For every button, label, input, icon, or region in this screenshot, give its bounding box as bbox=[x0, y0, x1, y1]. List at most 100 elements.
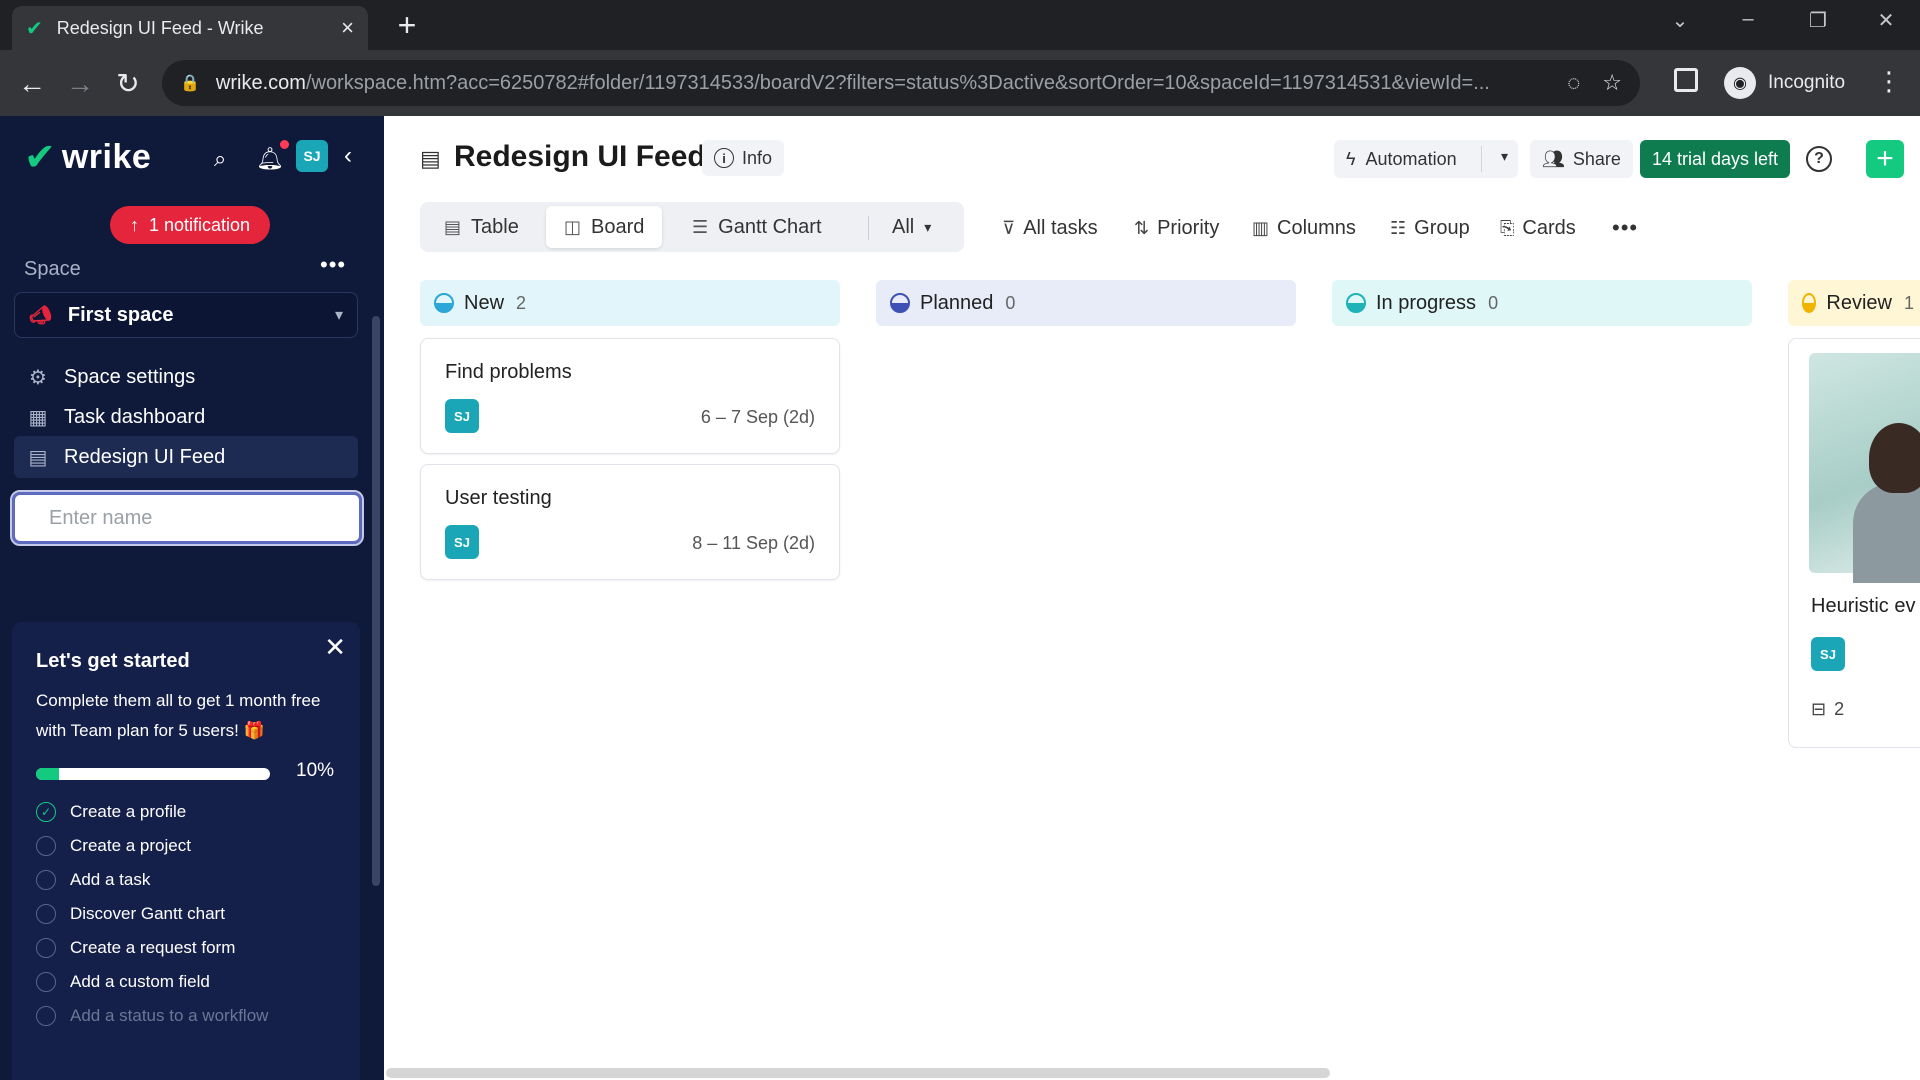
checklist-item[interactable]: Create a request form bbox=[36, 938, 235, 958]
project-doc-icon: ▤ bbox=[420, 146, 441, 171]
table-icon: ▤ bbox=[444, 216, 462, 237]
wrike-favicon-icon: ✔ bbox=[26, 17, 43, 40]
url-text: wrike.com/workspace.htm?acc=6250782#fold… bbox=[215, 71, 1490, 94]
collapse-sidebar-icon[interactable]: ‹ bbox=[344, 142, 352, 170]
board-icon: ◫ bbox=[564, 216, 582, 237]
task-card[interactable]: User testing SJ 8 – 11 Sep (2d) bbox=[420, 464, 840, 580]
space-name: First space bbox=[67, 303, 174, 326]
avatar[interactable]: SJ bbox=[445, 525, 479, 559]
lock-icon: 🔒 bbox=[180, 75, 200, 92]
browser-tab[interactable]: ✔ Redesign UI Feed - Wrike × bbox=[12, 6, 368, 50]
sidebar-scrollbar[interactable] bbox=[372, 316, 380, 886]
incognito-badge[interactable]: ◉ Incognito bbox=[1724, 64, 1845, 102]
eye-off-icon[interactable]: ◌ bbox=[1567, 70, 1580, 96]
close-tab-icon[interactable]: × bbox=[341, 15, 354, 41]
filter-all-tasks[interactable]: ⊽ All tasks bbox=[1002, 212, 1098, 244]
help-icon[interactable]: ? bbox=[1806, 146, 1832, 172]
info-button[interactable]: i Info bbox=[702, 140, 785, 176]
back-icon[interactable]: ← bbox=[14, 66, 50, 102]
status-icon bbox=[434, 293, 454, 313]
bell-icon[interactable]: 🔔︎ bbox=[256, 146, 284, 172]
lightning-icon: ϟ bbox=[1346, 148, 1356, 169]
more-icon[interactable]: ••• bbox=[1612, 212, 1638, 244]
automation-button[interactable]: ϟ Automation ▾ bbox=[1334, 140, 1518, 178]
checklist-item[interactable]: ✓ Create a profile bbox=[36, 802, 186, 822]
onboarding-progress-bar bbox=[36, 768, 270, 780]
wrike-check-icon: ✔ bbox=[24, 136, 56, 179]
tab-search-icon[interactable]: ⌄ bbox=[1660, 8, 1700, 33]
sidebar-item-label: Redesign UI Feed bbox=[64, 445, 226, 468]
trial-days-button[interactable]: 14 trial days left bbox=[1640, 140, 1791, 178]
tab-table[interactable]: ▤ Table bbox=[426, 206, 537, 248]
onboarding-title: Let's get started bbox=[36, 650, 190, 672]
column-name: Review bbox=[1826, 291, 1892, 314]
checklist-item[interactable]: Add a task bbox=[36, 870, 150, 890]
card-dates[interactable]: 8 – 11 Sep (2d) bbox=[692, 533, 815, 554]
checklist-item[interactable]: Add a status to a workflow bbox=[36, 1006, 268, 1026]
page-title[interactable]: Redesign UI Feed bbox=[454, 140, 706, 174]
cards-button[interactable]: ⎘ Cards bbox=[1500, 212, 1576, 244]
sort-icon: ⇅ bbox=[1134, 217, 1150, 238]
task-card[interactable]: Find problems SJ 6 – 7 Sep (2d) bbox=[420, 338, 840, 454]
sidebar-item-space-settings[interactable]: ⚙ Space settings bbox=[14, 356, 358, 398]
minimize-icon[interactable]: – bbox=[1728, 8, 1768, 31]
chevron-down-icon[interactable]: ▾ bbox=[1501, 148, 1508, 165]
close-window-icon[interactable]: ✕ bbox=[1866, 8, 1906, 33]
horizontal-scrollbar[interactable] bbox=[386, 1068, 1330, 1078]
browser-menu-icon[interactable]: ⋮ bbox=[1876, 66, 1902, 97]
restore-icon[interactable]: ❐ bbox=[1798, 8, 1838, 33]
checklist-label: Add a task bbox=[70, 870, 151, 889]
new-item-name-input[interactable] bbox=[10, 490, 364, 546]
sidebar-item-label: Task dashboard bbox=[64, 405, 206, 428]
tab-label: Board bbox=[591, 215, 645, 238]
incognito-label: Incognito bbox=[1768, 72, 1846, 93]
column-name: New bbox=[464, 291, 505, 314]
group-button[interactable]: ☷ Group bbox=[1390, 212, 1470, 244]
person-body-shape bbox=[1853, 483, 1920, 583]
search-icon[interactable]: ⌕ bbox=[214, 146, 226, 172]
more-icon[interactable]: ••• bbox=[320, 252, 346, 278]
checklist-item[interactable]: Discover Gantt chart bbox=[36, 904, 225, 924]
avatar[interactable]: SJ bbox=[1811, 637, 1845, 671]
column-count: 1 bbox=[1903, 292, 1914, 313]
forward-icon[interactable]: → bbox=[62, 66, 98, 102]
sort-priority[interactable]: ⇅ Priority bbox=[1134, 212, 1219, 244]
close-icon[interactable]: ✕ bbox=[324, 632, 346, 663]
person-head-shape bbox=[1869, 423, 1920, 493]
checklist-item[interactable]: Create a project bbox=[36, 836, 191, 856]
bookmark-star-icon[interactable]: ☆ bbox=[1602, 70, 1622, 96]
new-tab-button[interactable]: + bbox=[390, 8, 424, 42]
filter-icon: ⊽ bbox=[1002, 217, 1016, 238]
users-icon: 👥︎ bbox=[1542, 148, 1565, 169]
column-header-in-progress[interactable]: In progress 0 bbox=[1332, 280, 1752, 326]
avatar[interactable]: SJ bbox=[445, 399, 479, 433]
share-button[interactable]: 👥︎ Share bbox=[1530, 140, 1633, 178]
notification-button[interactable]: ↑ 1 notification bbox=[110, 206, 271, 244]
card-dates[interactable]: 6 – 7 Sep (2d) bbox=[701, 407, 815, 428]
view-switcher: ▤ Table ◫ Board ☰ Gantt Chart All ▾ bbox=[420, 202, 964, 252]
column-header-new[interactable]: New 2 bbox=[420, 280, 840, 326]
tab-gantt-chart[interactable]: ☰ Gantt Chart bbox=[674, 206, 840, 248]
checklist-item[interactable]: Add a custom field bbox=[36, 972, 210, 992]
column-name: Planned bbox=[920, 291, 994, 314]
reload-icon[interactable]: ↻ bbox=[110, 66, 146, 102]
subtasks-icon: ⊟ bbox=[1811, 699, 1827, 719]
space-selector[interactable]: 📣︎ First space ▾ bbox=[14, 292, 358, 338]
column-header-planned[interactable]: Planned 0 bbox=[876, 280, 1296, 326]
avatar[interactable]: SJ bbox=[296, 140, 328, 172]
side-panel-icon[interactable] bbox=[1674, 68, 1698, 92]
sidebar-item-redesign-ui-feed[interactable]: ▤ Redesign UI Feed bbox=[14, 436, 358, 478]
add-new-button[interactable]: + bbox=[1866, 140, 1904, 178]
columns-button[interactable]: ▥ Columns bbox=[1252, 212, 1356, 244]
tab-board[interactable]: ◫ Board bbox=[546, 206, 663, 248]
chevron-down-icon: ▾ bbox=[924, 218, 932, 235]
views-all-dropdown[interactable]: All ▾ bbox=[874, 206, 949, 248]
wrike-logo[interactable]: ✔ wrike bbox=[24, 138, 151, 177]
column-header-review[interactable]: Review 1 bbox=[1788, 280, 1920, 326]
address-bar[interactable]: 🔒 wrike.com/workspace.htm?acc=6250782#fo… bbox=[162, 60, 1640, 106]
all-label: All bbox=[892, 215, 915, 238]
task-card[interactable]: Heuristic ev SJ ⊟ 2 bbox=[1788, 338, 1920, 748]
sidebar-item-task-dashboard[interactable]: ▦ Task dashboard bbox=[14, 396, 358, 438]
subtasks-count[interactable]: ⊟ 2 bbox=[1811, 699, 1844, 720]
empty-circle-icon bbox=[36, 972, 56, 992]
